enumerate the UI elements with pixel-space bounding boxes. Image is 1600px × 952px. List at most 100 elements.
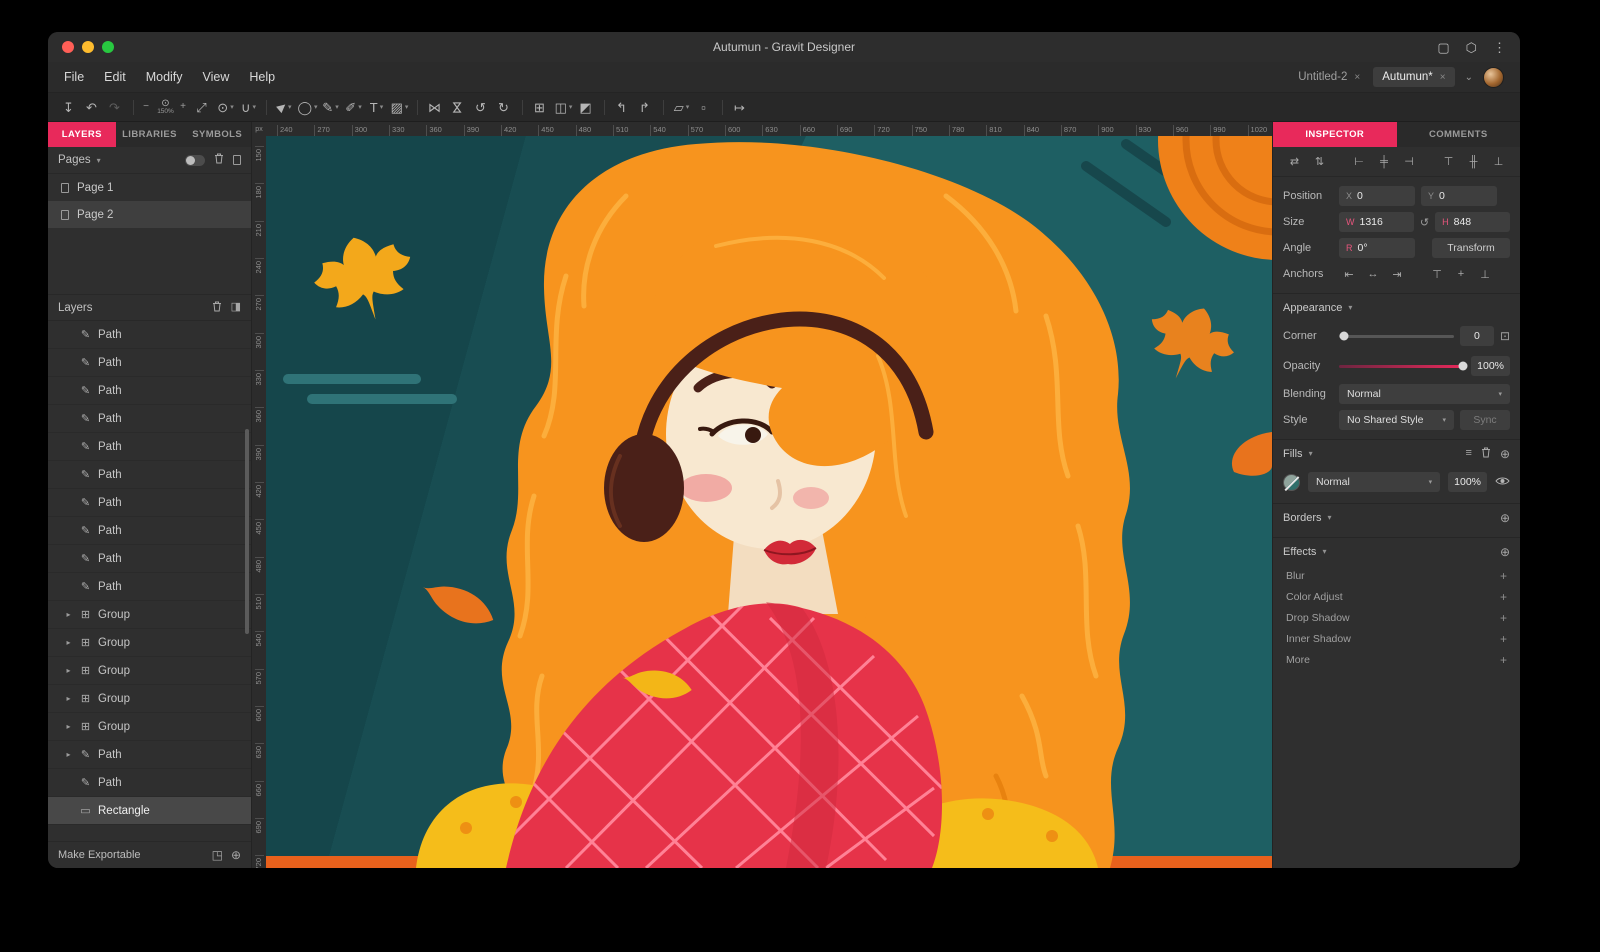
shape-tool[interactable]: ◯ ▾ xyxy=(296,95,319,119)
zoom-fit-icon[interactable]: ⤢ xyxy=(191,95,214,119)
position-y-field[interactable]: Y 0 xyxy=(1421,186,1497,206)
tab-inspector[interactable]: INSPECTOR xyxy=(1273,122,1397,147)
effect-row[interactable]: Drop Shadow + xyxy=(1273,607,1520,628)
shared-style-select[interactable]: No Shared Style ▾ xyxy=(1339,410,1454,430)
expand-arrow-icon[interactable]: ▸ xyxy=(64,610,73,619)
group-objects-icon[interactable]: ⊞ xyxy=(529,95,552,119)
new-window-icon[interactable]: ▢ xyxy=(1437,41,1449,54)
zoom-tool[interactable]: ⊙ ▾ xyxy=(214,95,237,119)
pen-tool[interactable]: ✎ ▾ xyxy=(319,95,342,119)
width-field[interactable]: W 1316 xyxy=(1339,212,1414,232)
page-row[interactable]: Page 2 xyxy=(48,201,251,228)
layer-row[interactable]: Path xyxy=(48,545,251,573)
mask-icon[interactable]: ◩ xyxy=(575,95,598,119)
extensions-icon[interactable]: ⬡ xyxy=(1466,41,1477,54)
align-top-icon[interactable]: ⊤ xyxy=(1439,155,1458,168)
zoom-in-icon[interactable]: + xyxy=(177,95,191,119)
layer-row[interactable]: Path xyxy=(48,517,251,545)
blending-select[interactable]: Normal ▾ xyxy=(1339,384,1510,404)
add-effect-plus-icon[interactable]: + xyxy=(1500,632,1507,646)
canvas-artwork[interactable] xyxy=(266,136,1272,868)
layers-scrollbar[interactable] xyxy=(245,429,249,634)
effect-row[interactable]: Inner Shadow + xyxy=(1273,628,1520,649)
doc-tab-untitled-2[interactable]: Untitled-2 × xyxy=(1289,67,1369,87)
transform-tool-icon[interactable]: ▱ ▾ xyxy=(670,95,693,119)
layer-row[interactable]: Path xyxy=(48,433,251,461)
marquee-icon[interactable]: ▫ xyxy=(693,95,716,119)
pages-toggle[interactable] xyxy=(185,155,205,166)
layer-row[interactable]: Path xyxy=(48,461,251,489)
appearance-header[interactable]: Appearance ▾ xyxy=(1273,293,1520,321)
fill-options-icon[interactable]: ≡ xyxy=(1466,448,1472,459)
doc-tab-autumun[interactable]: Autumun* × xyxy=(1373,67,1454,87)
tab-comments[interactable]: COMMENTS xyxy=(1397,122,1521,147)
fill-opacity-value[interactable]: 100% xyxy=(1448,472,1487,492)
corner-slider[interactable] xyxy=(1339,335,1454,338)
layer-row[interactable]: Path xyxy=(48,349,251,377)
menu-item[interactable]: View xyxy=(203,70,230,84)
align-left-icon[interactable]: ⊢ xyxy=(1350,155,1369,168)
undo-icon[interactable]: ↶ xyxy=(81,95,104,119)
menu-item[interactable]: Modify xyxy=(146,70,183,84)
delete-page-icon[interactable] xyxy=(214,153,224,167)
rotate-cw-icon[interactable]: ↻ xyxy=(493,95,516,119)
flatten-layers-icon[interactable]: ◨ xyxy=(231,302,241,313)
layer-row[interactable]: Path xyxy=(48,321,251,349)
text-tool[interactable]: T ▾ xyxy=(365,95,388,119)
layer-row[interactable]: ▸ Group xyxy=(48,601,251,629)
align-bottom-icon[interactable]: ⊥ xyxy=(1489,155,1508,168)
layer-row[interactable]: Path xyxy=(48,405,251,433)
borders-header[interactable]: Borders ▾ ⊕ xyxy=(1273,503,1520,531)
export-icon[interactable]: ↦ xyxy=(729,95,752,119)
effect-row[interactable]: More + xyxy=(1273,649,1520,670)
align-right-icon[interactable]: ⊣ xyxy=(1400,155,1419,168)
height-field[interactable]: H 848 xyxy=(1435,212,1510,232)
effect-row[interactable]: Color Adjust + xyxy=(1273,586,1520,607)
expand-arrow-icon[interactable]: ▸ xyxy=(64,722,73,731)
tab-symbols[interactable]: SYMBOLS xyxy=(183,122,251,147)
make-exportable-bar[interactable]: Make Exportable ◳ ⊕ xyxy=(48,841,251,868)
minimize-window-icon[interactable] xyxy=(82,41,94,53)
close-tab-icon[interactable]: × xyxy=(1440,72,1446,83)
layer-row[interactable]: Path xyxy=(48,377,251,405)
horizontal-ruler[interactable]: 240 270 300 330 360 390 420 450 480 xyxy=(266,122,1272,136)
menu-item[interactable]: Help xyxy=(249,70,275,84)
add-border-icon[interactable]: ⊕ xyxy=(1500,511,1510,525)
close-tab-icon[interactable]: × xyxy=(1354,72,1360,83)
flip-vertical-icon[interactable]: ⇅ xyxy=(1310,155,1329,168)
maximize-window-icon[interactable] xyxy=(102,41,114,53)
add-effect-plus-icon[interactable]: + xyxy=(1500,653,1507,667)
flip-horizontal-icon[interactable]: ⋈ xyxy=(424,95,447,119)
add-page-icon[interactable] xyxy=(233,155,241,165)
move-to-front-icon[interactable]: ↰ xyxy=(611,95,634,119)
pages-caret-icon[interactable]: ▾ xyxy=(97,156,101,165)
image-tool[interactable]: ▨ ▾ xyxy=(388,95,411,119)
page-row[interactable]: Page 1 xyxy=(48,174,251,201)
sync-style-button[interactable]: Sync xyxy=(1460,410,1510,430)
rotate-ccw-icon[interactable]: ↺ xyxy=(470,95,493,119)
knife-tool[interactable]: ✐ ▾ xyxy=(342,95,365,119)
position-x-field[interactable]: X 0 xyxy=(1339,186,1415,206)
layer-row[interactable]: ▸ Group xyxy=(48,629,251,657)
save-icon[interactable]: ↧ xyxy=(58,95,81,119)
transform-button[interactable]: Transform xyxy=(1432,238,1510,258)
align-middle-icon[interactable]: ╫ xyxy=(1464,156,1483,168)
fill-color-swatch[interactable] xyxy=(1283,474,1300,491)
layer-row[interactable]: Path xyxy=(48,769,251,797)
anchor-bottom-icon[interactable]: ⊥ xyxy=(1475,268,1495,281)
layer-row[interactable]: ▸ Group xyxy=(48,657,251,685)
fill-blend-select[interactable]: Normal ▾ xyxy=(1308,472,1440,492)
opacity-slider[interactable] xyxy=(1339,365,1465,368)
tabs-dropdown-icon[interactable]: ⌄ xyxy=(1465,72,1473,83)
menu-item[interactable]: File xyxy=(64,70,84,84)
window-menu-icon[interactable]: ⋮ xyxy=(1493,41,1506,54)
move-to-back-icon[interactable]: ↱ xyxy=(634,95,657,119)
rotation-field[interactable]: R 0° xyxy=(1339,238,1415,258)
add-effect-plus-icon[interactable]: + xyxy=(1500,611,1507,625)
anchor-top-icon[interactable]: ⊤ xyxy=(1427,268,1447,281)
layer-row[interactable]: Path xyxy=(48,573,251,601)
corner-value[interactable]: 0 xyxy=(1460,326,1494,346)
flip-horizontal-icon[interactable]: ⇄ xyxy=(1285,155,1304,168)
anchor-center-icon[interactable]: ↔ xyxy=(1363,268,1383,280)
menu-item[interactable]: Edit xyxy=(104,70,126,84)
